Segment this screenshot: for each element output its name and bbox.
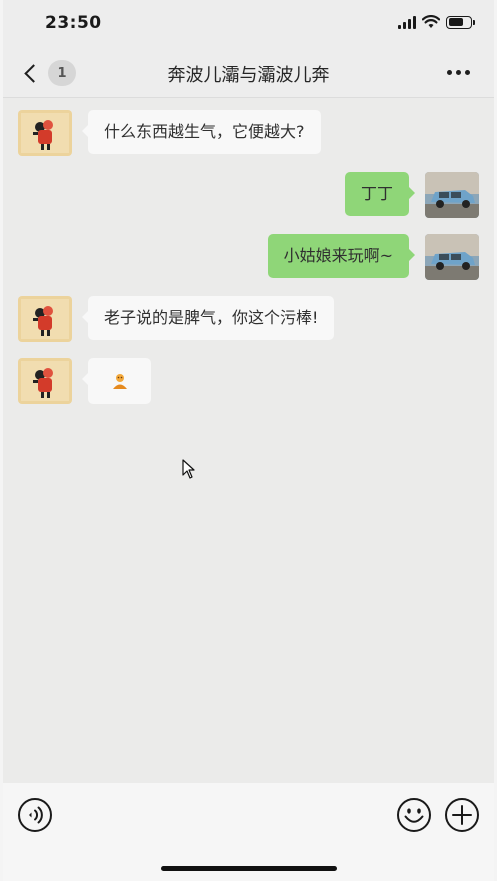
outgoing-message-bubble[interactable]: 小姑娘来玩啊~ [267,234,416,278]
ellipsis-icon [447,70,452,75]
message-row: 什么东西越生气，它便越大? [18,110,321,156]
car-avatar[interactable] [425,172,479,218]
incoming-emoji-bubble[interactable] [82,358,151,404]
message-row: 小姑娘来玩啊~ [267,234,479,280]
status-icons [398,15,475,29]
message-row: 丁丁 [344,172,479,218]
nav-bar: 1 奔波儿灞与灞波儿奔 [3,48,494,98]
chat-title: 奔波儿灞与灞波儿奔 [167,65,330,86]
battery-level [448,18,464,26]
robot-avatar[interactable] [18,296,72,342]
unread-count-badge: 1 [48,60,76,86]
message-row [18,358,151,404]
status-bar: 23:50 [3,0,494,48]
wifi-icon [422,15,440,28]
voice-button[interactable] [17,797,53,833]
incoming-message-bubble[interactable]: 什么东西越生气，它便越大? [82,110,321,154]
car-avatar[interactable] [425,234,479,280]
emoji-button[interactable] [396,797,432,833]
robot-avatar[interactable] [18,358,72,404]
incoming-message-bubble[interactable]: 老子说的是脾气，你这个污棒! [81,296,335,340]
home-indicator[interactable] [160,866,337,871]
message-list: 什么东西越生气，它便越大? 丁丁 小姑娘来玩啊~ 老子说的是脾气，你这个污棒! [3,98,494,783]
back-button[interactable]: 1 [21,60,76,86]
robot-avatar[interactable] [18,110,72,156]
mouse-cursor-icon [182,459,195,479]
status-time: 23:50 [45,13,102,33]
message-row: 老子说的是脾气，你这个污棒! [18,296,335,342]
battery-icon [446,15,475,29]
message-input[interactable] [65,793,378,837]
outgoing-message-bubble[interactable]: 丁丁 [344,172,416,216]
voice-icon [18,798,52,832]
person-emoji [112,374,127,389]
more-button[interactable] [447,70,470,75]
chevron-left-icon [24,63,43,83]
plus-icon [445,798,479,832]
input-bar [3,783,494,881]
smiley-icon [397,798,431,832]
chat-screen: 23:50 1 奔波儿灞与灞波儿奔 什么东西越生气，它便越大? 丁丁 小姑娘来玩… [0,0,497,881]
more-functions-button[interactable] [444,797,480,833]
signal-icon [398,15,416,29]
